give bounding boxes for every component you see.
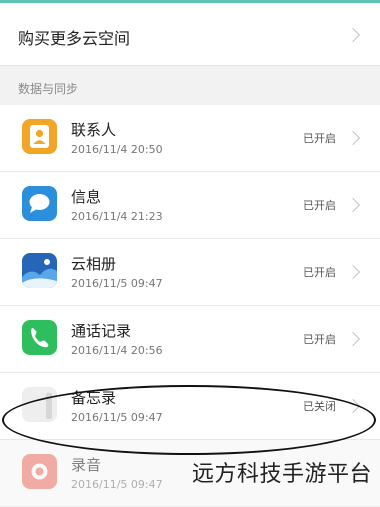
gallery-icon — [22, 253, 57, 288]
sync-item-status: 已开启 — [303, 132, 336, 145]
sync-item-status: 已开启 — [303, 199, 336, 212]
sync-item-time: 2016/11/5 09:47 — [71, 478, 163, 491]
sync-item-time: 2016/11/5 09:47 — [71, 411, 163, 424]
chevron-right-icon — [345, 331, 361, 347]
sync-item-status: 已开启 — [303, 333, 336, 346]
chevron-right-icon — [345, 398, 361, 414]
sync-item-call-log[interactable]: 通话记录 2016/11/4 20:56 已开启 — [0, 306, 380, 373]
messages-icon — [22, 186, 57, 221]
buy-cloud-space-row[interactable]: 购买更多云空间 — [0, 3, 380, 66]
recorder-icon — [22, 454, 57, 489]
sync-item-name: 录音 — [71, 456, 102, 474]
watermark-text: 远方科技手游平台 — [191, 462, 372, 487]
sync-item-name: 云相册 — [71, 255, 117, 273]
sync-item-name: 备忘录 — [71, 389, 117, 407]
sync-item-name: 信息 — [71, 188, 102, 206]
notepad-icon — [22, 387, 57, 422]
chevron-right-icon — [345, 27, 361, 43]
sync-item-time: 2016/11/5 09:47 — [71, 277, 163, 290]
contacts-icon — [22, 119, 57, 154]
sync-item-name: 通话记录 — [71, 322, 132, 340]
sync-item-contacts[interactable]: 联系人 2016/11/4 20:50 已开启 — [0, 105, 380, 172]
buy-cloud-space-label: 购买更多云空间 — [18, 29, 131, 48]
sync-item-status: 已开启 — [303, 266, 336, 279]
phone-icon — [22, 320, 57, 355]
sync-item-gallery[interactable]: 云相册 2016/11/5 09:47 已开启 — [0, 239, 380, 306]
sync-item-name: 联系人 — [71, 121, 117, 139]
sync-item-messages[interactable]: 信息 2016/11/4 21:23 已开启 — [0, 172, 380, 239]
sync-item-notepad[interactable]: 备忘录 2016/11/5 09:47 已关闭 — [0, 373, 380, 440]
chevron-right-icon — [345, 130, 361, 146]
sync-item-time: 2016/11/4 20:50 — [71, 143, 163, 156]
sync-item-status: 已关闭 — [303, 400, 336, 413]
section-title: 数据与同步 — [18, 82, 79, 96]
sync-item-time: 2016/11/4 21:23 — [71, 210, 163, 223]
chevron-right-icon — [345, 264, 361, 280]
chevron-right-icon — [345, 197, 361, 213]
sync-item-time: 2016/11/4 20:56 — [71, 344, 163, 357]
